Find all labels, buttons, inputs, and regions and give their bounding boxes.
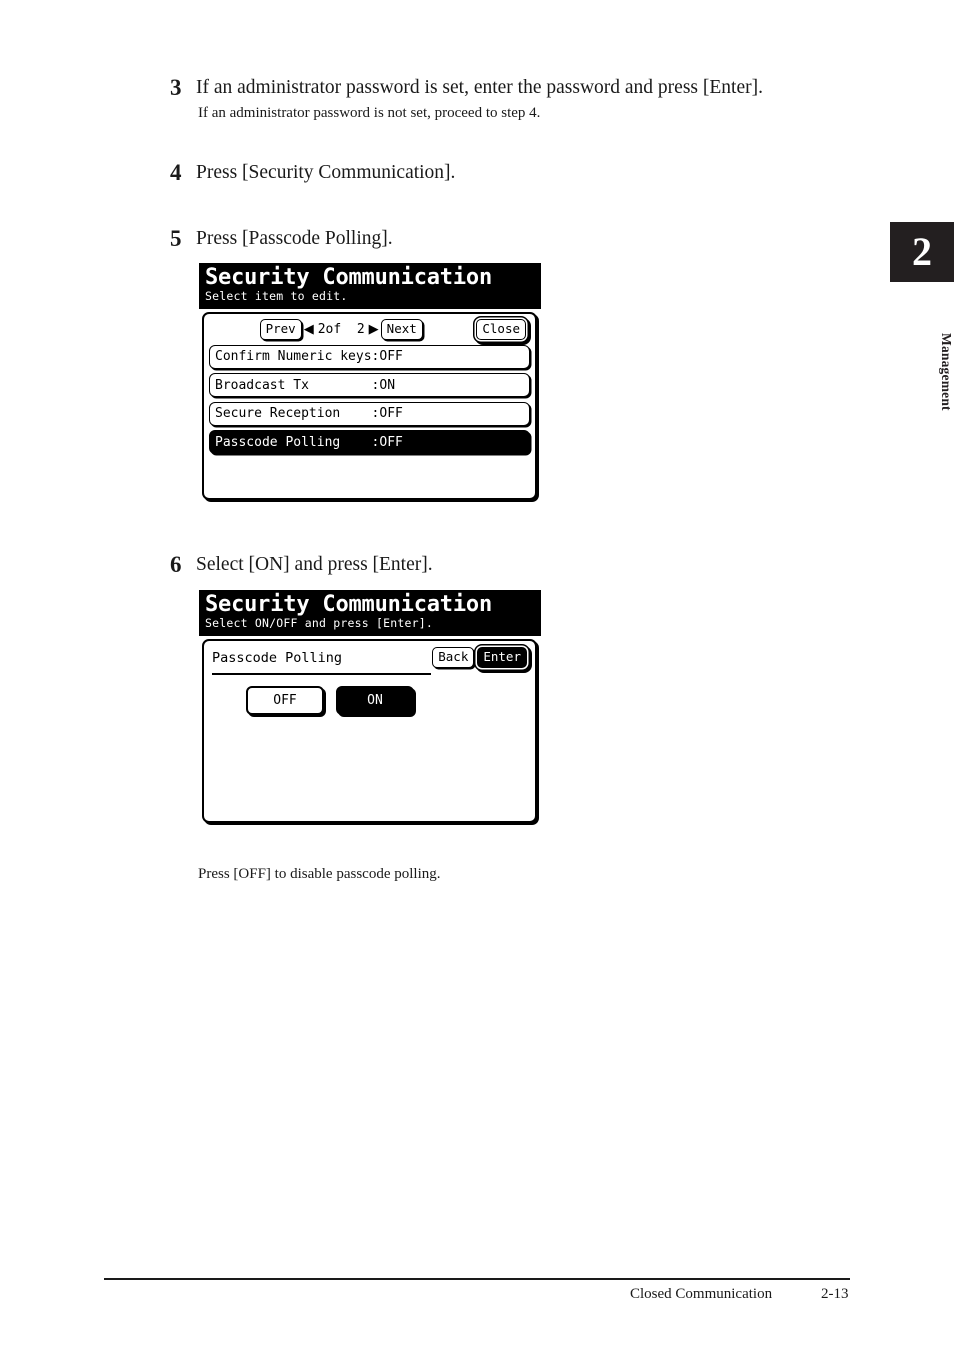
- list-item[interactable]: Confirm Numeric keys:OFF: [209, 344, 530, 369]
- step-3-subtext: If an administrator password is not set,…: [198, 105, 541, 121]
- chapter-tab-label: Management: [939, 333, 954, 411]
- chapter-tab-number: 2: [890, 222, 954, 282]
- lcd1-pager-row: Prev ◀ 2of 2 ▶ Next Close: [209, 318, 530, 341]
- list-item-value: :OFF: [371, 406, 403, 422]
- list-item-selected[interactable]: Passcode Polling :OFF: [209, 430, 530, 455]
- step-5-number: 5: [170, 226, 182, 251]
- step-4: 4 Press [Security Communication].: [170, 161, 455, 185]
- footer-section-title: Closed Communication: [630, 1286, 773, 1302]
- list-item-pad: [309, 378, 372, 393]
- field-label-passcode-polling: Passcode Polling: [212, 649, 343, 666]
- prev-button[interactable]: Prev: [259, 318, 302, 341]
- lcd2-header: Security Communication Select ON/OFF and…: [199, 590, 541, 636]
- field-underline: [212, 672, 431, 675]
- next-button[interactable]: Next: [380, 318, 423, 341]
- footer-divider: [104, 1278, 850, 1280]
- step-4-text: Press [Security Communication].: [196, 162, 456, 183]
- page-indicator: 2of 2: [317, 322, 365, 338]
- enter-button[interactable]: Enter: [477, 646, 527, 669]
- list-item-value: :ON: [371, 377, 396, 393]
- lcd2-field-row: Passcode Polling Back Enter: [209, 646, 530, 670]
- list-item-pad: [340, 435, 371, 450]
- on-button-selected[interactable]: ON: [336, 685, 414, 715]
- note-press-off: Press [OFF] to disable passcode polling.: [198, 866, 441, 882]
- lcd2-choice-group: OFF ON: [209, 685, 530, 715]
- left-arrow-icon[interactable]: ◀: [302, 323, 316, 336]
- step-6-number: 6: [170, 552, 182, 577]
- right-arrow-icon[interactable]: ▶: [367, 323, 381, 336]
- lcd1-subtitle: Select item to edit.: [205, 289, 348, 304]
- list-item-label: Confirm Numeric keys: [215, 349, 372, 365]
- step-6-text: Select [ON] and press [Enter].: [196, 554, 433, 575]
- lcd1-body: Prev ◀ 2of 2 ▶ Next Close Confirm Numeri…: [202, 311, 537, 500]
- lcd-screenshot-security-communication-list: Security Communication Select item to ed…: [199, 263, 541, 520]
- back-button[interactable]: Back: [432, 646, 475, 669]
- step-4-number: 4: [170, 160, 182, 185]
- lcd2-subtitle: Select ON/OFF and press [Enter].: [205, 616, 433, 631]
- off-button[interactable]: OFF: [246, 685, 324, 715]
- list-item[interactable]: Secure Reception :OFF: [209, 401, 530, 426]
- lcd-screenshot-passcode-polling-toggle: Security Communication Select ON/OFF and…: [199, 590, 541, 844]
- footer-page-number: 2-13: [821, 1286, 849, 1302]
- list-item-label: Secure Reception: [215, 406, 341, 422]
- step-3: 3 If an administrator password is set, e…: [170, 76, 763, 100]
- step-3-number: 3: [170, 75, 182, 100]
- list-item-pad: [340, 406, 371, 421]
- step-5: 5 Press [Passcode Polling].: [170, 227, 393, 251]
- lcd1-title: Security Communication: [205, 265, 492, 290]
- lcd2-title: Security Communication: [205, 592, 492, 617]
- list-item-value: :OFF: [371, 434, 403, 450]
- lcd2-body: Passcode Polling Back Enter OFF ON: [202, 638, 537, 823]
- list-item[interactable]: Broadcast Tx :ON: [209, 373, 530, 398]
- list-item-label: Passcode Polling: [215, 434, 341, 450]
- lcd1-header: Security Communication Select item to ed…: [199, 263, 541, 309]
- step-3-text: If an administrator password is set, ent…: [196, 77, 763, 98]
- step-6: 6 Select [ON] and press [Enter].: [170, 553, 433, 577]
- close-button[interactable]: Close: [476, 318, 527, 341]
- list-item-value: :OFF: [371, 349, 403, 365]
- step-5-text: Press [Passcode Polling].: [196, 228, 393, 249]
- list-item-label: Broadcast Tx: [215, 377, 309, 393]
